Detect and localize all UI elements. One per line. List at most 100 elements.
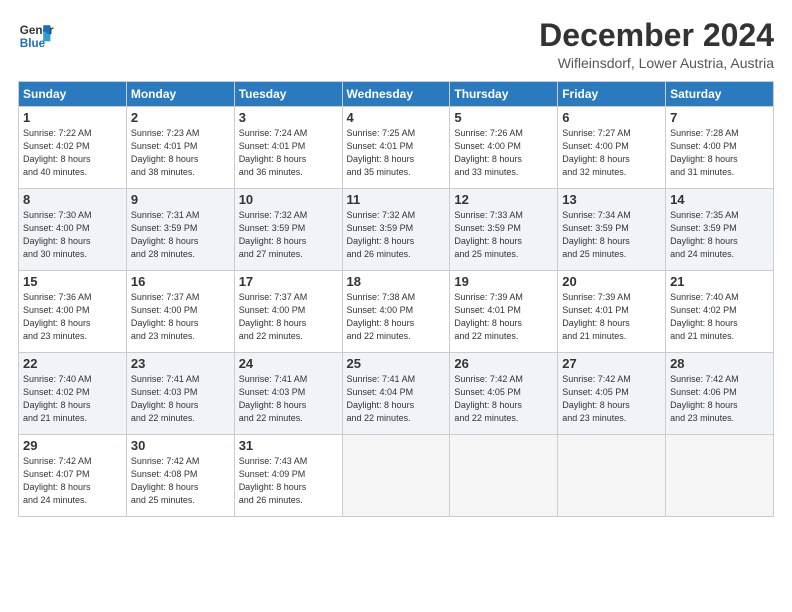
table-row: 24 Sunrise: 7:41 AM Sunset: 4:03 PM Dayli… bbox=[234, 353, 342, 435]
day-number: 31 bbox=[239, 438, 338, 453]
day-number: 8 bbox=[23, 192, 122, 207]
day-number: 22 bbox=[23, 356, 122, 371]
day-info: Sunrise: 7:32 AM Sunset: 3:59 PM Dayligh… bbox=[239, 209, 338, 261]
table-row: 31 Sunrise: 7:43 AM Sunset: 4:09 PM Dayli… bbox=[234, 435, 342, 517]
day-info: Sunrise: 7:42 AM Sunset: 4:05 PM Dayligh… bbox=[562, 373, 661, 425]
day-info: Sunrise: 7:42 AM Sunset: 4:07 PM Dayligh… bbox=[23, 455, 122, 507]
title-block: December 2024 Wifleinsdorf, Lower Austri… bbox=[539, 18, 774, 71]
svg-text:Blue: Blue bbox=[20, 37, 46, 50]
day-number: 29 bbox=[23, 438, 122, 453]
day-info: Sunrise: 7:37 AM Sunset: 4:00 PM Dayligh… bbox=[131, 291, 230, 343]
table-row: 27 Sunrise: 7:42 AM Sunset: 4:05 PM Dayli… bbox=[558, 353, 666, 435]
day-info: Sunrise: 7:36 AM Sunset: 4:00 PM Dayligh… bbox=[23, 291, 122, 343]
day-number: 6 bbox=[562, 110, 661, 125]
day-number: 25 bbox=[347, 356, 446, 371]
day-info: Sunrise: 7:40 AM Sunset: 4:02 PM Dayligh… bbox=[23, 373, 122, 425]
day-info: Sunrise: 7:25 AM Sunset: 4:01 PM Dayligh… bbox=[347, 127, 446, 179]
day-number: 4 bbox=[347, 110, 446, 125]
day-info: Sunrise: 7:35 AM Sunset: 3:59 PM Dayligh… bbox=[670, 209, 769, 261]
table-row: 9Sunrise: 7:31 AM Sunset: 3:59 PM Daylig… bbox=[126, 189, 234, 271]
table-row: 18 Sunrise: 7:38 AM Sunset: 4:00 PM Dayli… bbox=[342, 271, 450, 353]
day-number: 16 bbox=[131, 274, 230, 289]
table-row: 8 Sunrise: 7:30 AM Sunset: 4:00 PM Daylig… bbox=[19, 189, 127, 271]
col-tuesday: Tuesday bbox=[234, 82, 342, 107]
day-number: 19 bbox=[454, 274, 553, 289]
table-row bbox=[558, 435, 666, 517]
day-number: 21 bbox=[670, 274, 769, 289]
table-row: 1Sunrise: 7:22 AM Sunset: 4:02 PM Daylig… bbox=[19, 107, 127, 189]
logo-icon: General Blue bbox=[18, 18, 54, 54]
table-row: 19 Sunrise: 7:39 AM Sunset: 4:01 PM Dayli… bbox=[450, 271, 558, 353]
month-title: December 2024 bbox=[539, 18, 774, 53]
day-number: 15 bbox=[23, 274, 122, 289]
day-info: Sunrise: 7:42 AM Sunset: 4:08 PM Dayligh… bbox=[131, 455, 230, 507]
day-number: 13 bbox=[562, 192, 661, 207]
day-info: Sunrise: 7:22 AM Sunset: 4:02 PM Dayligh… bbox=[23, 127, 122, 179]
day-number: 10 bbox=[239, 192, 338, 207]
table-row bbox=[450, 435, 558, 517]
day-info: Sunrise: 7:42 AM Sunset: 4:06 PM Dayligh… bbox=[670, 373, 769, 425]
day-number: 5 bbox=[454, 110, 553, 125]
day-number: 3 bbox=[239, 110, 338, 125]
day-info: Sunrise: 7:41 AM Sunset: 4:03 PM Dayligh… bbox=[239, 373, 338, 425]
day-info: Sunrise: 7:28 AM Sunset: 4:00 PM Dayligh… bbox=[670, 127, 769, 179]
day-info: Sunrise: 7:30 AM Sunset: 4:00 PM Dayligh… bbox=[23, 209, 122, 261]
table-row: 17Sunrise: 7:37 AM Sunset: 4:00 PM Dayli… bbox=[234, 271, 342, 353]
table-row: 10 Sunrise: 7:32 AM Sunset: 3:59 PM Dayli… bbox=[234, 189, 342, 271]
col-sunday: Sunday bbox=[19, 82, 127, 107]
day-number: 12 bbox=[454, 192, 553, 207]
day-info: Sunrise: 7:33 AM Sunset: 3:59 PM Dayligh… bbox=[454, 209, 553, 261]
day-number: 7 bbox=[670, 110, 769, 125]
day-number: 27 bbox=[562, 356, 661, 371]
day-number: 23 bbox=[131, 356, 230, 371]
header: General Blue December 2024 Wifleinsdorf,… bbox=[18, 18, 774, 71]
day-info: Sunrise: 7:42 AM Sunset: 4:05 PM Dayligh… bbox=[454, 373, 553, 425]
location: Wifleinsdorf, Lower Austria, Austria bbox=[539, 55, 774, 71]
table-row: 7 Sunrise: 7:28 AM Sunset: 4:00 PM Daylig… bbox=[666, 107, 774, 189]
day-info: Sunrise: 7:27 AM Sunset: 4:00 PM Dayligh… bbox=[562, 127, 661, 179]
day-number: 18 bbox=[347, 274, 446, 289]
table-row: 13 Sunrise: 7:34 AM Sunset: 3:59 PM Dayli… bbox=[558, 189, 666, 271]
col-wednesday: Wednesday bbox=[342, 82, 450, 107]
day-info: Sunrise: 7:41 AM Sunset: 4:03 PM Dayligh… bbox=[131, 373, 230, 425]
table-row: 15 Sunrise: 7:36 AM Sunset: 4:00 PM Dayli… bbox=[19, 271, 127, 353]
table-row: 29 Sunrise: 7:42 AM Sunset: 4:07 PM Dayli… bbox=[19, 435, 127, 517]
table-row bbox=[342, 435, 450, 517]
day-info: Sunrise: 7:41 AM Sunset: 4:04 PM Dayligh… bbox=[347, 373, 446, 425]
col-friday: Friday bbox=[558, 82, 666, 107]
day-info: Sunrise: 7:39 AM Sunset: 4:01 PM Dayligh… bbox=[562, 291, 661, 343]
day-number: 26 bbox=[454, 356, 553, 371]
day-info: Sunrise: 7:39 AM Sunset: 4:01 PM Dayligh… bbox=[454, 291, 553, 343]
day-number: 24 bbox=[239, 356, 338, 371]
table-row: 23 Sunrise: 7:41 AM Sunset: 4:03 PM Dayli… bbox=[126, 353, 234, 435]
col-thursday: Thursday bbox=[450, 82, 558, 107]
table-row bbox=[666, 435, 774, 517]
day-number: 20 bbox=[562, 274, 661, 289]
table-row: 14 Sunrise: 7:35 AM Sunset: 3:59 PM Dayli… bbox=[666, 189, 774, 271]
table-row: 4 Sunrise: 7:25 AM Sunset: 4:01 PM Daylig… bbox=[342, 107, 450, 189]
calendar-table: Sunday Monday Tuesday Wednesday Thursday… bbox=[18, 81, 774, 517]
day-info: Sunrise: 7:32 AM Sunset: 3:59 PM Dayligh… bbox=[347, 209, 446, 261]
day-info: Sunrise: 7:37 AM Sunset: 4:00 PM Dayligh… bbox=[239, 291, 338, 343]
table-row: 25 Sunrise: 7:41 AM Sunset: 4:04 PM Dayli… bbox=[342, 353, 450, 435]
table-row: 26 Sunrise: 7:42 AM Sunset: 4:05 PM Dayli… bbox=[450, 353, 558, 435]
calendar-page: General Blue December 2024 Wifleinsdorf,… bbox=[0, 0, 792, 612]
table-row: 2Sunrise: 7:23 AM Sunset: 4:01 PM Daylig… bbox=[126, 107, 234, 189]
table-row: 16 Sunrise: 7:37 AM Sunset: 4:00 PM Dayli… bbox=[126, 271, 234, 353]
table-row: 20 Sunrise: 7:39 AM Sunset: 4:01 PM Dayli… bbox=[558, 271, 666, 353]
table-row: 12 Sunrise: 7:33 AM Sunset: 3:59 PM Dayli… bbox=[450, 189, 558, 271]
table-row: 5Sunrise: 7:26 AM Sunset: 4:00 PM Daylig… bbox=[450, 107, 558, 189]
day-info: Sunrise: 7:43 AM Sunset: 4:09 PM Dayligh… bbox=[239, 455, 338, 507]
day-number: 14 bbox=[670, 192, 769, 207]
table-row: 3 Sunrise: 7:24 AM Sunset: 4:01 PM Daylig… bbox=[234, 107, 342, 189]
table-row: 11Sunrise: 7:32 AM Sunset: 3:59 PM Dayli… bbox=[342, 189, 450, 271]
day-info: Sunrise: 7:31 AM Sunset: 3:59 PM Dayligh… bbox=[131, 209, 230, 261]
table-row: 6 Sunrise: 7:27 AM Sunset: 4:00 PM Daylig… bbox=[558, 107, 666, 189]
day-info: Sunrise: 7:34 AM Sunset: 3:59 PM Dayligh… bbox=[562, 209, 661, 261]
day-info: Sunrise: 7:38 AM Sunset: 4:00 PM Dayligh… bbox=[347, 291, 446, 343]
table-row: 28Sunrise: 7:42 AM Sunset: 4:06 PM Dayli… bbox=[666, 353, 774, 435]
day-info: Sunrise: 7:24 AM Sunset: 4:01 PM Dayligh… bbox=[239, 127, 338, 179]
day-info: Sunrise: 7:23 AM Sunset: 4:01 PM Dayligh… bbox=[131, 127, 230, 179]
day-number: 30 bbox=[131, 438, 230, 453]
table-row: 22 Sunrise: 7:40 AM Sunset: 4:02 PM Dayli… bbox=[19, 353, 127, 435]
